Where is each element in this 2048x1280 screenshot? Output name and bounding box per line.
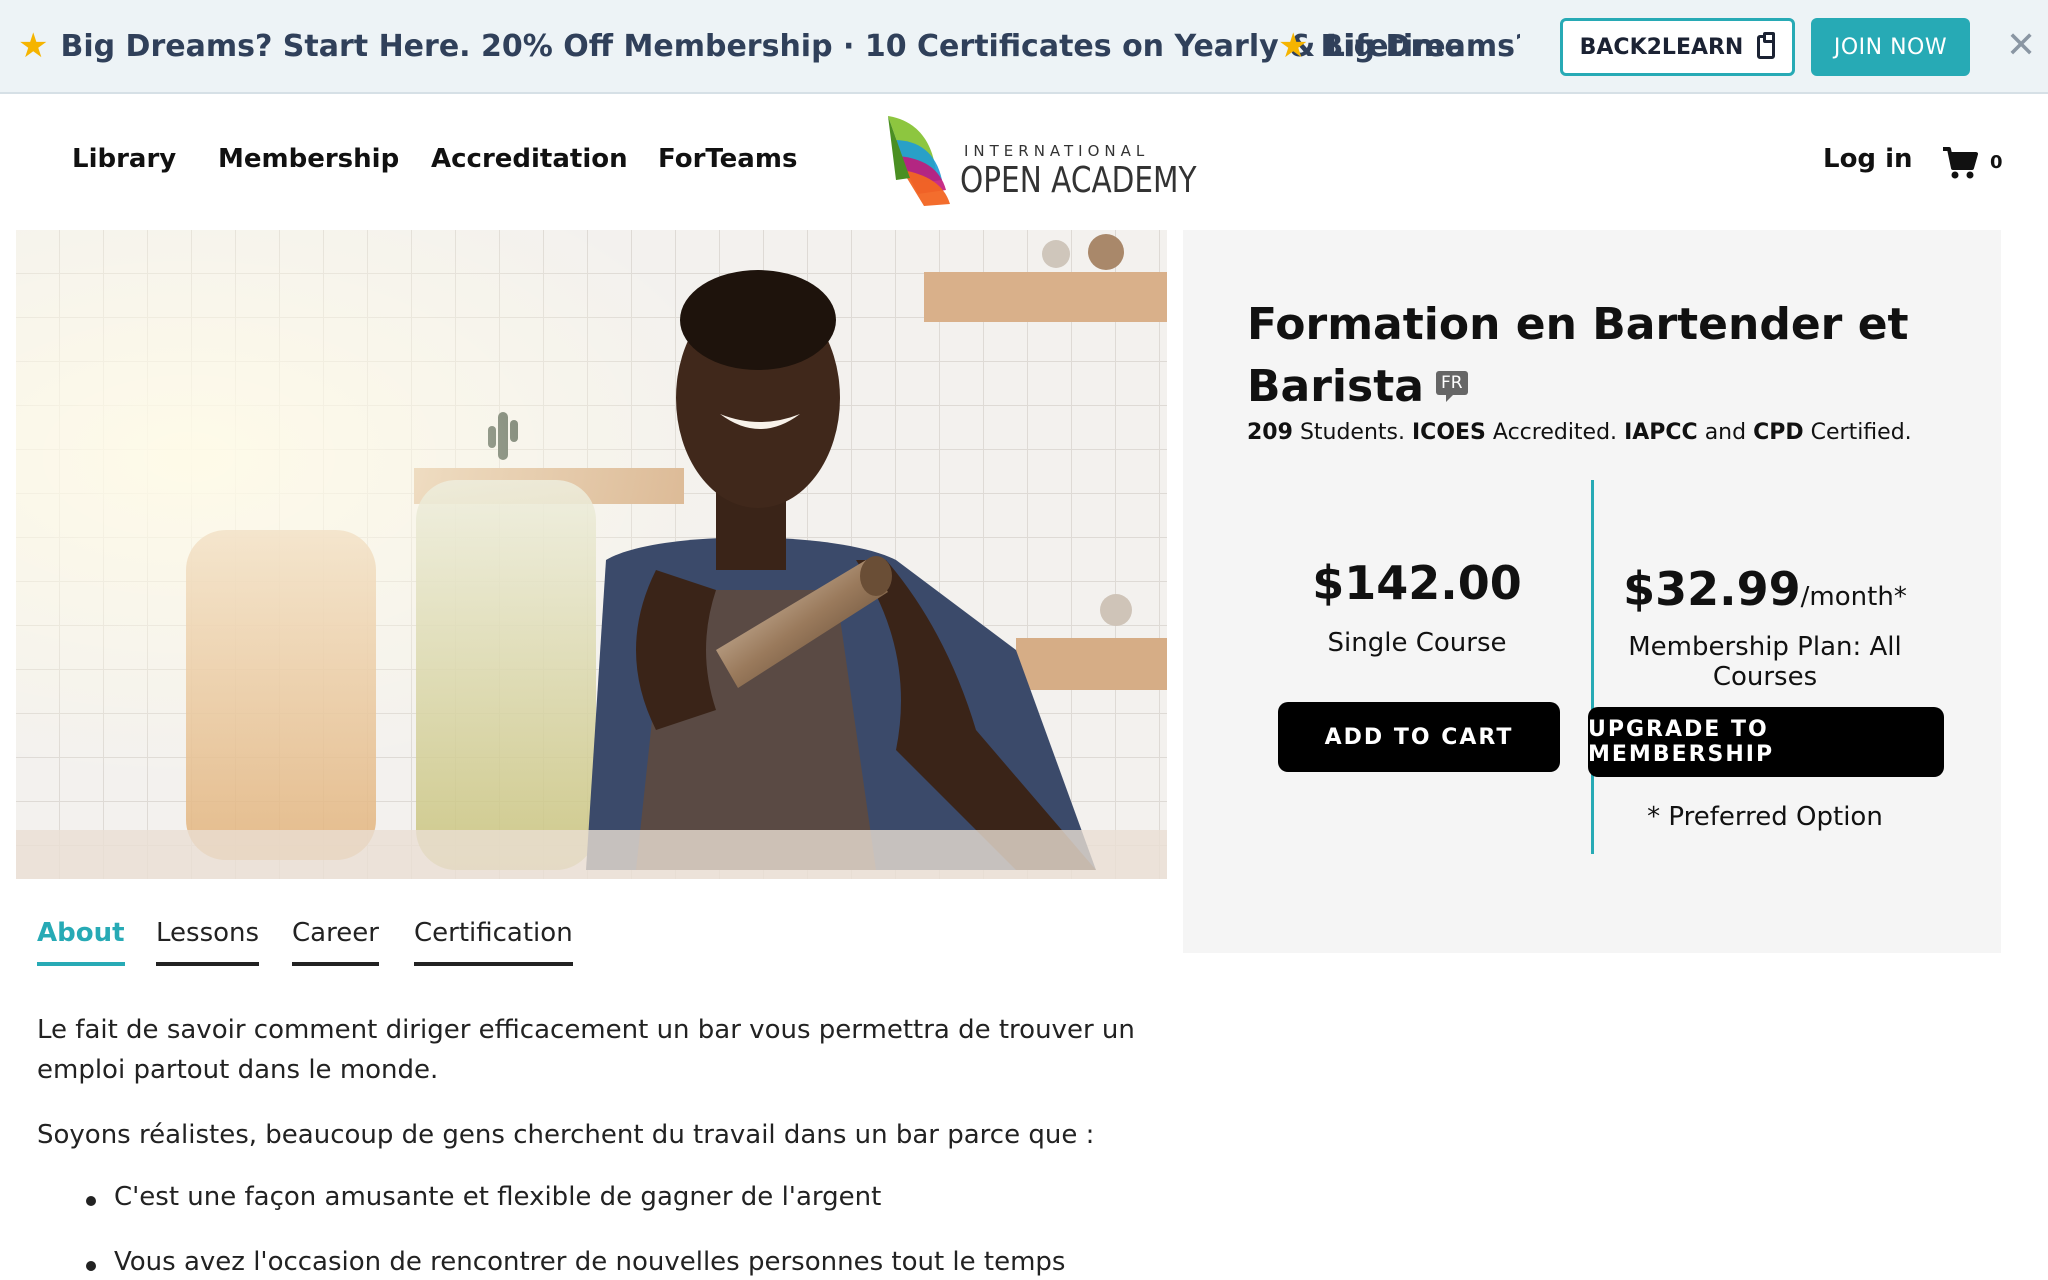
promo-text: Big Dreams? Start Here. 20% Off Membersh…	[60, 28, 1465, 64]
promo-banner: ★ Big Dreams? Start Here. 20% Off Member…	[0, 0, 2048, 94]
star-icon: ★	[1278, 26, 1309, 66]
certified-text: Certified.	[1810, 420, 1912, 445]
bartender-photo	[16, 230, 1167, 879]
students-count: 209	[1247, 420, 1293, 445]
logo-text-international: INTERNATIONAL	[964, 142, 1150, 160]
course-title-text: Formation en Bartender et Barista	[1247, 299, 1909, 412]
close-icon[interactable]: ✕	[2006, 28, 2036, 64]
membership-price: $32.99/month*	[1590, 562, 1940, 616]
login-link[interactable]: Log in	[1823, 144, 1913, 174]
coupon-code: BACK2LEARN	[1579, 34, 1744, 60]
upgrade-to-membership-button[interactable]: UPGRADE TO MEMBERSHIP	[1588, 707, 1944, 777]
promo-item: ★ Big Dreams? Start Here. 20% Off Member…	[1278, 0, 1520, 92]
cart-count: 0	[1990, 152, 2003, 173]
course-hero-image	[16, 230, 1167, 879]
certifier-1: IAPCC	[1624, 420, 1698, 445]
membership-price-period: /month*	[1800, 582, 1907, 612]
tab-career[interactable]: Career	[292, 918, 379, 966]
single-course-label: Single Course	[1327, 628, 1507, 658]
tab-about[interactable]: About	[37, 918, 125, 966]
membership-price-amount: $32.99	[1623, 562, 1801, 616]
tab-lessons[interactable]: Lessons	[156, 918, 260, 966]
nav-library[interactable]: Library	[72, 144, 176, 174]
accredited-text: Accredited.	[1492, 420, 1618, 445]
logo-mark-icon	[888, 116, 950, 206]
nav-forteams[interactable]: ForTeams	[658, 144, 797, 174]
coupon-code-button[interactable]: BACK2LEARN	[1560, 18, 1795, 76]
promo-item: ★ Big Dreams? Start Here. 20% Off Member…	[18, 0, 1465, 92]
certifier-2: CPD	[1753, 420, 1804, 445]
students-text: Students.	[1299, 420, 1405, 445]
star-icon: ★	[18, 26, 49, 66]
promo-marquee[interactable]: ★ Big Dreams? Start Here. 20% Off Member…	[18, 0, 1520, 92]
logo-text-open-academy: OPEN ACADEMY	[960, 160, 1197, 201]
site-logo[interactable]: INTERNATIONAL OPEN ACADEMY	[884, 110, 1197, 210]
accreditor-name: ICOES	[1412, 420, 1486, 445]
single-course-price: $142.00	[1312, 556, 1522, 610]
membership-plan-label: Membership Plan: All Courses	[1628, 632, 1902, 692]
tab-certification[interactable]: Certification	[414, 918, 573, 966]
about-paragraph-1: Le fait de savoir comment diriger effica…	[37, 1015, 1135, 1085]
preferred-option-note: * Preferred Option	[1647, 802, 1883, 832]
cart-icon[interactable]	[1942, 146, 1978, 180]
course-title: Formation en Bartender et Barista FR	[1247, 294, 1947, 418]
join-now-button[interactable]: JOIN NOW	[1811, 18, 1970, 76]
clipboard-icon	[1757, 32, 1776, 59]
list-item: C'est une façon amusante et flexible de …	[85, 1182, 882, 1212]
promo-text-repeat: Big Dreams? Start Here. 20% Off Membersh…	[1320, 28, 1520, 64]
nav-membership[interactable]: Membership	[218, 144, 399, 174]
about-paragraph-2: Soyons réalistes, beaucoup de gens cherc…	[37, 1120, 1095, 1150]
add-to-cart-button[interactable]: ADD TO CART	[1278, 702, 1560, 772]
language-badge: FR	[1435, 371, 1468, 402]
course-stats: 209 Students. ICOES Accredited. IAPCC an…	[1247, 420, 1912, 445]
and-text: and	[1704, 420, 1747, 445]
nav-accreditation[interactable]: Accreditation	[431, 144, 628, 174]
list-item: Vous avez l'occasion de rencontrer de no…	[85, 1247, 1066, 1277]
